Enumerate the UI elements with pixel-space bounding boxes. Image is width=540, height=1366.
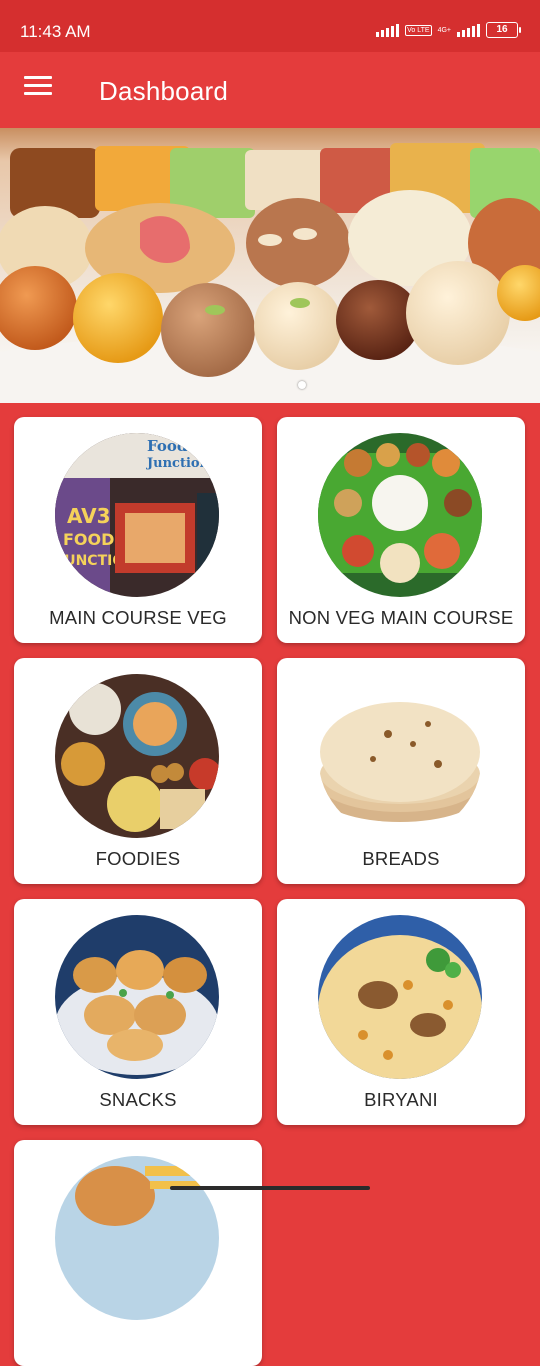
home-indicator[interactable] bbox=[170, 1186, 370, 1190]
category-card-snacks[interactable]: SNACKS bbox=[14, 899, 262, 1125]
signal-icon-2 bbox=[457, 23, 480, 37]
category-card-breads[interactable]: BREADS bbox=[277, 658, 525, 884]
svg-text:FOOD: FOOD bbox=[63, 530, 114, 549]
page-title: Dashboard bbox=[99, 76, 228, 106]
category-card-main-course-veg[interactable]: Food Junction AV3 FOOD JUNCTION MAIN COU… bbox=[14, 417, 262, 643]
category-image bbox=[318, 433, 482, 597]
status-bar: 11:43 AM Vo LTE 4G+ 16 bbox=[0, 0, 540, 52]
status-time: 11:43 AM bbox=[20, 22, 91, 41]
signal-icon bbox=[376, 23, 400, 37]
category-label: MAIN COURSE VEG bbox=[49, 607, 227, 628]
category-image bbox=[55, 1156, 219, 1320]
svg-text:Food: Food bbox=[147, 437, 188, 455]
hamburger-menu-icon[interactable] bbox=[24, 76, 52, 98]
category-image bbox=[318, 674, 482, 838]
volte-badge: Vo LTE bbox=[405, 24, 432, 36]
battery-icon: 16 bbox=[486, 22, 521, 38]
category-label: FOODIES bbox=[95, 848, 181, 869]
network-type: 4G+ bbox=[437, 26, 451, 34]
category-label: BREADS bbox=[362, 848, 440, 869]
category-image bbox=[318, 915, 482, 1079]
category-image bbox=[55, 915, 219, 1079]
banner-carousel[interactable] bbox=[0, 128, 540, 403]
category-card-foodies[interactable]: FOODIES bbox=[14, 658, 262, 884]
category-card-biryani[interactable]: BIRYANI bbox=[277, 899, 525, 1125]
svg-text:AV3: AV3 bbox=[67, 504, 111, 528]
sweets-banner-image bbox=[0, 143, 540, 403]
category-image bbox=[55, 674, 219, 838]
app-bar: Dashboard bbox=[0, 52, 540, 128]
carousel-dot-active[interactable] bbox=[298, 381, 306, 389]
category-card-partial[interactable] bbox=[14, 1140, 262, 1366]
category-label: BIRYANI bbox=[364, 1089, 438, 1110]
svg-text:Junction: Junction bbox=[146, 456, 210, 471]
category-label: NON VEG MAIN COURSE bbox=[288, 607, 514, 628]
category-image: Food Junction AV3 FOOD JUNCTION bbox=[55, 433, 219, 597]
category-label: SNACKS bbox=[99, 1089, 177, 1110]
status-icons: Vo LTE 4G+ 16 bbox=[376, 22, 521, 38]
category-card-non-veg-main-course[interactable]: NON VEG MAIN COURSE bbox=[277, 417, 525, 643]
